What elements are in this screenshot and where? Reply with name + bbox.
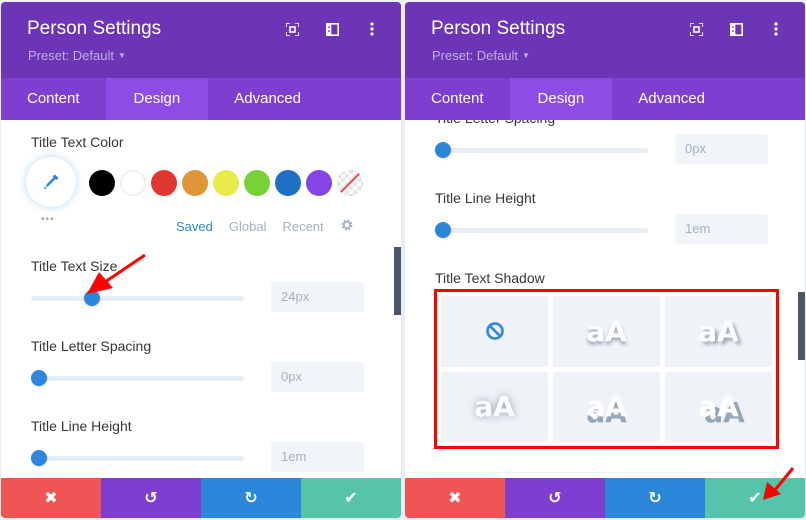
title-letter-spacing-input[interactable]: 0px <box>271 362 364 392</box>
swatch-purple[interactable] <box>306 170 332 196</box>
tab-content[interactable]: Content <box>1 78 106 120</box>
check-icon: ✔ <box>344 490 358 507</box>
settings-panel-left: Person Settings Preset: Default ▼ Content… <box>1 2 401 518</box>
cancel-button[interactable]: ✖ <box>1 478 101 518</box>
undo-icon: ↺ <box>548 490 562 507</box>
scrollbar-thumb[interactable] <box>394 247 401 315</box>
shadow-option-bottom-solid[interactable]: aA <box>553 371 660 442</box>
tab-advanced[interactable]: Advanced <box>612 78 731 120</box>
title-letter-spacing-slider[interactable] <box>31 370 244 386</box>
title-line-height-label: Title Line Height <box>435 190 536 206</box>
shadow-option-none[interactable] <box>441 296 548 367</box>
save-button[interactable]: ✔ <box>705 478 805 518</box>
tab-design[interactable]: Design <box>509 78 613 120</box>
panel-tabs: Content Design Advanced <box>405 78 805 120</box>
divider <box>405 472 789 473</box>
title-text-size-label: Title Text Size <box>31 258 118 274</box>
title-line-height-slider[interactable] <box>31 450 244 466</box>
eyedropper-button[interactable] <box>26 157 76 207</box>
color-swatches <box>89 170 363 196</box>
title-letter-spacing-label: Title Letter Spacing <box>435 120 555 126</box>
title-text-size-input[interactable]: 24px <box>271 282 364 312</box>
split-view-icon[interactable] <box>729 22 743 36</box>
slider-knob[interactable] <box>31 450 47 466</box>
swatch-black[interactable] <box>89 170 115 196</box>
slider-knob[interactable] <box>84 290 101 306</box>
title-text-shadow-label: Title Text Shadow <box>435 270 545 286</box>
more-options-icon[interactable] <box>365 22 379 36</box>
panel-footer: ✖ ↺ ↻ ✔ <box>1 478 401 518</box>
title-text-color-label: Title Text Color <box>31 134 124 150</box>
close-icon: ✖ <box>44 490 58 507</box>
title-line-height-slider[interactable] <box>435 222 648 238</box>
tab-design[interactable]: Design <box>105 78 209 120</box>
redo-icon: ↻ <box>648 490 662 507</box>
split-view-icon[interactable] <box>325 22 339 36</box>
check-icon: ✔ <box>748 490 762 507</box>
stage: Person Settings Preset: Default ▼ Content… <box>0 0 806 520</box>
undo-icon: ↺ <box>144 490 158 507</box>
title-line-height-input[interactable]: 1em <box>271 442 364 472</box>
undo-button[interactable]: ↺ <box>101 478 201 518</box>
panel-body: Title Text Color ••• Saved Global Recent <box>1 120 401 480</box>
slider-knob[interactable] <box>31 370 47 386</box>
preset-dropdown[interactable]: Preset: Default ▼ <box>432 48 530 63</box>
tab-content[interactable]: Content <box>405 78 510 120</box>
panel-header: Person Settings Preset: Default ▼ <box>405 2 805 78</box>
save-button[interactable]: ✔ <box>301 478 401 518</box>
swatch-yellow[interactable] <box>213 170 239 196</box>
palette-tabs: Saved Global Recent <box>176 218 354 235</box>
caret-down-icon: ▼ <box>522 51 530 60</box>
swatch-orange[interactable] <box>182 170 208 196</box>
swatch-none[interactable] <box>337 170 363 196</box>
swatch-green[interactable] <box>244 170 270 196</box>
panel-tabs: Content Design Advanced <box>1 78 401 120</box>
slider-knob[interactable] <box>435 142 451 158</box>
preset-label: Preset: Default <box>28 48 114 63</box>
more-colors-icon[interactable]: ••• <box>41 214 55 225</box>
text-shadow-options: aA aA aA aA aA <box>434 289 779 449</box>
panel-header: Person Settings Preset: Default ▼ <box>1 2 401 78</box>
redo-button[interactable]: ↻ <box>201 478 301 518</box>
no-shadow-icon <box>485 322 504 341</box>
expand-icon[interactable] <box>285 22 299 36</box>
panel-footer: ✖ ↺ ↻ ✔ <box>405 478 805 518</box>
palette-tab-recent[interactable]: Recent <box>282 219 323 234</box>
palette-tab-saved[interactable]: Saved <box>176 219 213 234</box>
title-text-size-slider[interactable] <box>31 290 244 306</box>
caret-down-icon: ▼ <box>118 51 126 60</box>
preset-dropdown[interactable]: Preset: Default ▼ <box>28 48 126 63</box>
expand-icon[interactable] <box>689 22 703 36</box>
panel-title: Person Settings <box>431 18 566 39</box>
swatch-blue[interactable] <box>275 170 301 196</box>
swatch-white[interactable] <box>120 170 146 196</box>
settings-panel-right: Person Settings Preset: Default ▼ Content… <box>405 2 805 518</box>
preset-label: Preset: Default <box>432 48 518 63</box>
undo-button[interactable]: ↺ <box>505 478 605 518</box>
palette-tab-global[interactable]: Global <box>229 219 267 234</box>
swatch-red[interactable] <box>151 170 177 196</box>
title-line-height-label: Title Line Height <box>31 418 132 434</box>
close-icon: ✖ <box>448 490 462 507</box>
shadow-option-bottom-right[interactable]: aA <box>665 296 772 367</box>
slider-knob[interactable] <box>435 222 451 238</box>
title-line-height-input[interactable]: 1em <box>675 214 768 244</box>
title-letter-spacing-input[interactable]: 0px <box>675 134 768 164</box>
cancel-button[interactable]: ✖ <box>405 478 505 518</box>
redo-icon: ↻ <box>244 490 258 507</box>
eyedropper-icon <box>43 174 59 190</box>
redo-button[interactable]: ↻ <box>605 478 705 518</box>
shadow-option-glow[interactable]: aA <box>441 371 548 442</box>
title-letter-spacing-slider[interactable] <box>435 142 648 158</box>
panel-body: Title Letter Spacing 0px Title Line Heig… <box>405 120 805 480</box>
scrollbar-thumb[interactable] <box>798 292 805 360</box>
gear-icon[interactable] <box>340 218 354 235</box>
title-letter-spacing-label: Title Letter Spacing <box>31 338 152 354</box>
panel-title: Person Settings <box>27 18 162 39</box>
shadow-option-bottom-right-solid[interactable]: aA <box>665 371 772 442</box>
shadow-option-bottom[interactable]: aA <box>553 296 660 367</box>
more-options-icon[interactable] <box>769 22 783 36</box>
tab-advanced[interactable]: Advanced <box>208 78 327 120</box>
